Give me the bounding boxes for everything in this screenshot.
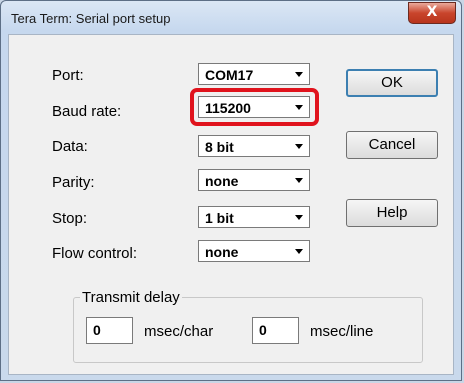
help-button[interactable]: Help: [346, 199, 438, 227]
chevron-down-icon: [295, 72, 303, 77]
baud-rate-label: Baud rate:: [52, 103, 122, 120]
msec-per-char-value: 0: [93, 322, 101, 338]
transmit-delay-title: Transmit delay: [80, 289, 182, 306]
msec-per-char-input[interactable]: 0: [86, 317, 133, 344]
data-select[interactable]: 8 bit: [198, 135, 310, 157]
dialog-window: Tera Term: Serial port setup X Port: Bau…: [0, 0, 462, 381]
flow-control-select[interactable]: none: [198, 240, 310, 262]
close-icon: X: [426, 4, 438, 20]
data-label: Data:: [52, 138, 88, 155]
parity-select[interactable]: none: [198, 169, 310, 191]
stop-label: Stop:: [52, 210, 88, 227]
chevron-down-icon: [295, 178, 303, 183]
ok-button[interactable]: OK: [346, 69, 438, 97]
msec-per-line-input[interactable]: 0: [252, 317, 299, 344]
title-bar[interactable]: Tera Term: Serial port setup X: [1, 1, 461, 35]
port-label: Port:: [52, 67, 84, 84]
parity-value: none: [205, 173, 239, 189]
msec-per-char-label: msec/char: [144, 323, 214, 340]
cancel-button[interactable]: Cancel: [346, 131, 438, 159]
stop-value: 1 bit: [205, 210, 234, 226]
close-button[interactable]: X: [408, 2, 456, 24]
window-title: Tera Term: Serial port setup: [11, 11, 171, 26]
baud-rate-highlight: [190, 88, 319, 126]
data-value: 8 bit: [205, 139, 234, 155]
dialog-body: Port: Baud rate: Data: Parity: Stop: Flo…: [8, 34, 454, 375]
msec-per-line-value: 0: [259, 322, 267, 338]
flow-control-label: Flow control:: [52, 245, 138, 262]
flow-control-value: none: [205, 244, 239, 260]
port-value: COM17: [205, 67, 254, 83]
chevron-down-icon: [295, 144, 303, 149]
parity-label: Parity:: [52, 174, 95, 191]
chevron-down-icon: [295, 249, 303, 254]
port-select[interactable]: COM17: [198, 63, 310, 85]
stop-select[interactable]: 1 bit: [198, 206, 310, 228]
msec-per-line-label: msec/line: [310, 323, 374, 340]
chevron-down-icon: [295, 215, 303, 220]
